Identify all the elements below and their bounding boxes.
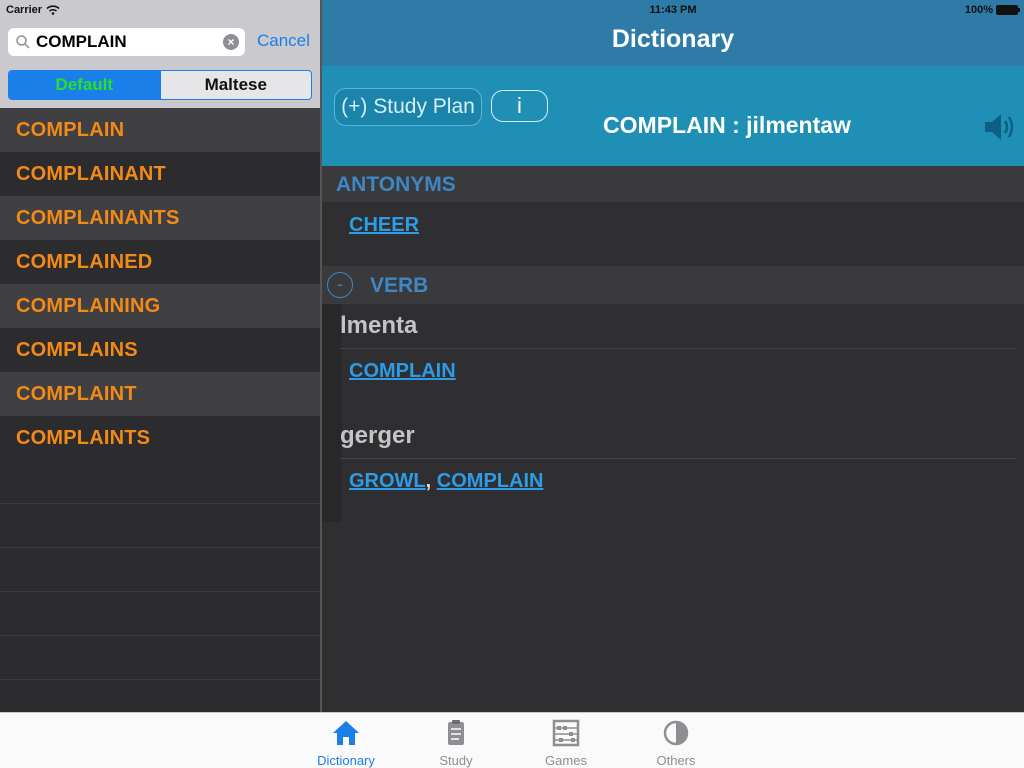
synonym-link[interactable]: COMPLAIN [437,470,544,492]
list-item[interactable]: COMPLAINS [0,328,320,372]
sense-divider [340,458,1016,459]
empty-row [0,460,320,504]
empty-row [0,548,320,592]
synonym-list: COMPLAIN [349,360,456,383]
list-item[interactable]: COMPLAINTS [0,416,320,460]
synonym-list: GROWL, COMPLAIN [349,470,543,493]
tab-bar: Dictionary Study Games Others [0,712,1024,768]
search-icon [16,35,30,49]
verb-title: VERB [370,274,429,297]
clipboard-icon [448,720,464,745]
antonyms-section-header: ANTONYMS [322,166,1024,202]
clear-search-icon[interactable]: × [223,34,239,50]
word-list-pane: Carrier × Cancel Default Maltese [0,0,320,712]
antonyms-list: CHEER [322,202,1024,266]
antonyms-title: ANTONYMS [336,173,456,196]
search-input[interactable] [36,31,221,53]
list-item[interactable]: COMPLAINING [0,284,320,328]
segment-default[interactable]: Default [9,71,160,99]
headword-translation: COMPLAIN : jilmentaw [603,112,851,138]
tab-label: Dictionary [317,753,375,768]
tab-label: Study [439,753,473,768]
app-root: Carrier × Cancel Default Maltese [0,0,1024,768]
synonym-separator: , [425,470,432,492]
verb-senses: lmenta COMPLAIN gerger GROWL, COMPLAIN [322,304,1024,712]
entry-header: (+) Study Plan i COMPLAIN : jilmentaw [322,66,1024,166]
search-bar[interactable]: × [8,28,245,56]
tab-label: Games [545,753,587,768]
synonym-link[interactable]: COMPLAIN [349,360,456,382]
page-title: Dictionary [611,25,735,53]
list-item[interactable]: COMPLAINANT [0,152,320,196]
collapse-icon[interactable]: - [327,272,353,298]
status-time: 11:43 PM [649,4,697,16]
half-circle-icon [663,720,689,746]
cancel-button[interactable]: Cancel [257,31,310,51]
sense-word: lmenta [340,312,418,339]
battery-icon [996,5,1020,15]
verb-section-header: - VERB [322,266,1024,304]
home-icon [333,721,359,745]
wifi-icon [46,5,60,15]
tab-study[interactable]: Study [411,717,501,768]
antonym-link[interactable]: CHEER [349,214,419,237]
speaker-icon[interactable] [982,110,1016,144]
empty-list-rows [0,460,320,680]
sense-word: gerger [340,422,415,449]
word-list: COMPLAIN COMPLAINANT COMPLAINANTS COMPLA… [0,108,320,460]
tab-dictionary[interactable]: Dictionary [301,717,391,768]
status-battery: 100% [964,4,1020,16]
list-item[interactable]: COMPLAINT [0,372,320,416]
list-item[interactable]: COMPLAIN [0,108,320,152]
tab-games[interactable]: Games [521,717,611,768]
list-item[interactable]: COMPLAINED [0,240,320,284]
empty-row [0,504,320,548]
battery-percent: 100% [964,4,993,16]
sense-gutter [322,304,342,522]
search-header: Carrier × Cancel Default Maltese [0,0,320,108]
empty-row [0,636,320,680]
navigation-bar: 11:43 PM 100% Dictionary [322,0,1024,66]
status-carrier: Carrier [6,4,60,16]
empty-row [0,592,320,636]
abacus-icon [552,719,580,747]
language-segmented-control: Default Maltese [8,70,312,100]
add-study-plan-button[interactable]: (+) Study Plan [334,88,482,126]
tab-label: Others [656,753,696,768]
tab-others[interactable]: Others [631,717,721,768]
synonym-link[interactable]: GROWL [349,470,426,492]
list-item[interactable]: COMPLAINANTS [0,196,320,240]
carrier-label: Carrier [6,4,43,16]
segment-maltese[interactable]: Maltese [159,71,312,99]
sense-divider [340,348,1016,349]
